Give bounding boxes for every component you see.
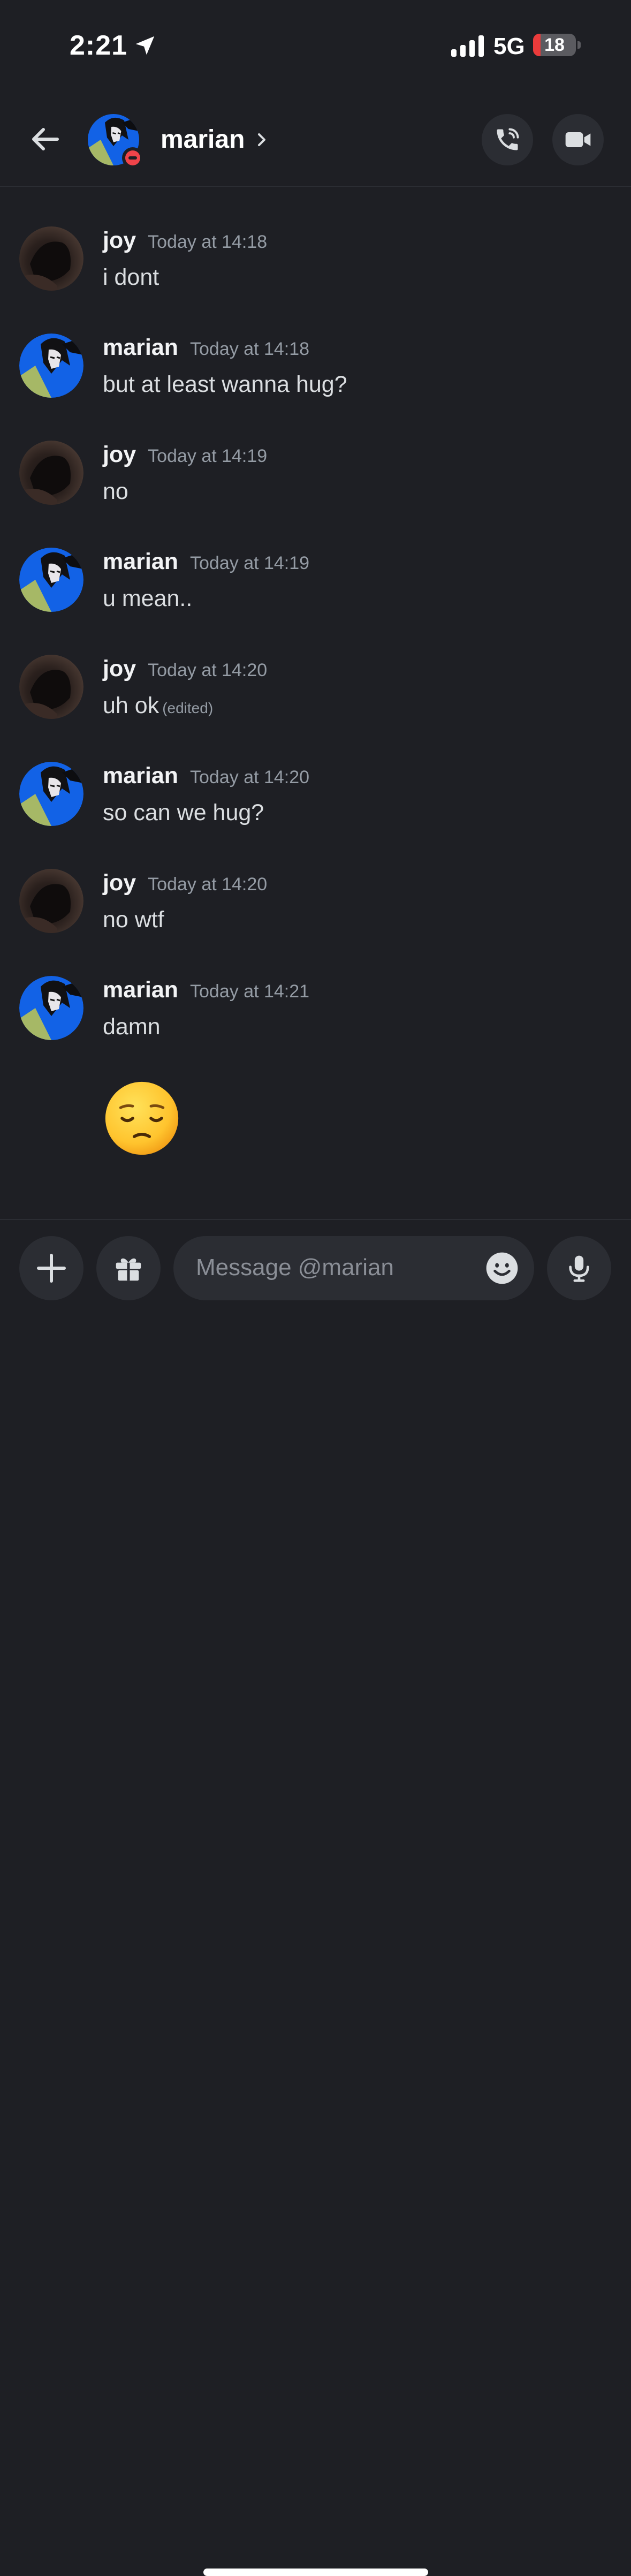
message-text: u mean.. [103,586,193,611]
message-author[interactable]: joy [103,870,136,896]
avatar-joy[interactable] [19,441,83,505]
location-arrow-icon [135,36,155,55]
message-item[interactable]: marian Today at 14:21 damn [0,936,631,1040]
plus-icon [37,1254,66,1283]
message-timestamp: Today at 14:21 [190,981,310,1002]
avatar-joy[interactable] [19,226,83,291]
gift-button[interactable] [96,1236,161,1300]
message-text: but at least wanna hug? [103,372,347,397]
network-type: 5G [493,33,525,59]
message-text: uh ok [103,693,159,718]
status-time: 2:21 [70,30,128,61]
home-indicator [203,2569,428,2576]
message-timestamp: Today at 14:18 [148,232,268,252]
message-text: i dont [103,264,159,290]
message-item[interactable]: joy Today at 14:18 i dont [0,187,631,291]
battery-percent: 18 [544,35,565,55]
add-attachment-button[interactable] [19,1236,83,1300]
message-timestamp: Today at 14:20 [190,767,310,787]
video-camera-icon [565,132,591,147]
avatar-marian[interactable] [19,976,83,1040]
message-text: no [103,479,128,504]
back-button[interactable] [24,118,67,161]
battery-tip [577,41,581,49]
message-item[interactable]: marian Today at 14:19 u mean.. [0,508,631,612]
message-author[interactable]: marian [103,335,178,360]
recipient-name[interactable]: marian [161,125,245,154]
avatar-marian[interactable] [19,762,83,826]
dnd-status-icon [122,147,143,169]
message-timestamp: Today at 14:19 [190,553,310,573]
gift-icon [116,1258,141,1281]
voice-message-button[interactable] [547,1236,611,1300]
emoji-picker-icon[interactable] [485,1251,519,1285]
message-timestamp: Today at 14:20 [148,874,268,895]
message-author[interactable]: marian [103,763,178,789]
message-author[interactable]: joy [103,656,136,681]
status-bar: 2:21 5G 18 [0,0,631,94]
composer-bar: Message @marian [0,1219,631,2576]
message-item[interactable]: joy Today at 14:19 no [0,401,631,505]
message-item[interactable]: marian Today at 14:20 so can we hug? [0,722,631,826]
message-author[interactable]: joy [103,442,136,467]
message-text: damn [103,1014,161,1040]
message-list: joy Today at 14:18 i dont marian Today at … [0,187,631,1219]
message-item[interactable]: marian Today at 14:18 but at least wanna … [0,294,631,398]
chevron-right-icon[interactable] [255,129,270,150]
cellular-signal-icon [451,35,484,57]
message-timestamp: Today at 14:18 [190,339,310,359]
voice-call-button[interactable] [482,114,533,165]
message-text: no wtf [103,907,164,933]
avatar-marian[interactable] [19,334,83,398]
message-text: so can we hug? [103,800,264,825]
microphone-icon [569,1255,589,1282]
message-author[interactable]: joy [103,228,136,253]
message-item[interactable]: joy Today at 14:20 no wtf [0,829,631,933]
message-timestamp: Today at 14:20 [148,660,268,680]
pensive-face-emoji[interactable] [104,1080,180,1156]
message-input-placeholder: Message @marian [196,1254,394,1281]
message-author[interactable]: marian [103,549,178,574]
edited-label: (edited) [162,700,214,716]
avatar-marian[interactable] [19,548,83,612]
message-input[interactable]: Message @marian [173,1236,534,1300]
message-timestamp: Today at 14:19 [148,446,268,466]
avatar-joy[interactable] [19,655,83,719]
video-call-button[interactable] [552,114,604,165]
phone-icon [497,128,519,150]
chat-header: marian [0,94,631,187]
avatar-joy[interactable] [19,869,83,933]
battery-icon: 18 [533,34,576,56]
message-author[interactable]: marian [103,977,178,1003]
message-item[interactable]: joy Today at 14:20 uh ok (edited) [0,615,631,719]
back-arrow-icon [32,128,59,150]
